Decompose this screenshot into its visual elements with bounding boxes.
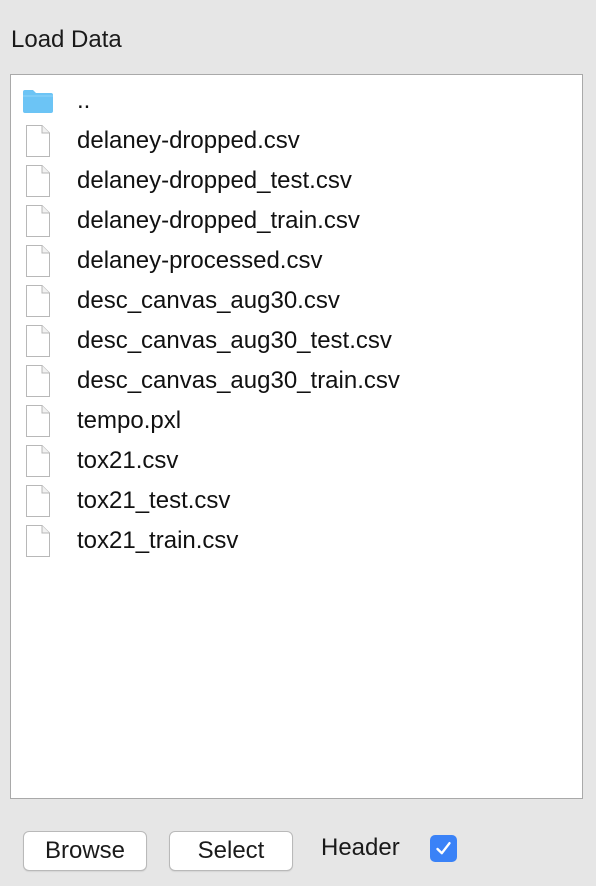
file-name: tempo.pxl xyxy=(77,407,182,434)
file-icon xyxy=(21,324,55,358)
panel-title: Load Data xyxy=(11,26,122,53)
file-icon xyxy=(21,524,55,558)
file-icon xyxy=(21,124,55,158)
browse-button[interactable]: Browse xyxy=(23,831,147,871)
file-icon xyxy=(21,444,55,478)
file-name: delaney-dropped.csv xyxy=(77,127,300,154)
file-list-item[interactable]: .. xyxy=(11,81,582,121)
file-icon xyxy=(21,204,55,238)
file-icon xyxy=(21,244,55,278)
checkmark-icon xyxy=(436,842,451,855)
file-list-item[interactable]: tempo.pxl xyxy=(11,401,582,441)
file-name: .. xyxy=(77,87,91,114)
file-name: desc_canvas_aug30_train.csv xyxy=(77,367,400,394)
file-list-item[interactable]: desc_canvas_aug30_test.csv xyxy=(11,321,582,361)
file-name: delaney-processed.csv xyxy=(77,247,323,274)
folder-icon xyxy=(21,84,55,118)
file-icon xyxy=(21,284,55,318)
file-name: tox21_train.csv xyxy=(77,527,239,554)
file-list-item[interactable]: delaney-dropped_test.csv xyxy=(11,161,582,201)
select-button[interactable]: Select xyxy=(169,831,293,871)
file-name: desc_canvas_aug30_test.csv xyxy=(77,327,392,354)
file-icon xyxy=(21,164,55,198)
file-name: delaney-dropped_train.csv xyxy=(77,207,360,234)
file-list-item[interactable]: desc_canvas_aug30.csv xyxy=(11,281,582,321)
file-name: delaney-dropped_test.csv xyxy=(77,167,352,194)
file-list-item[interactable]: delaney-dropped.csv xyxy=(11,121,582,161)
file-list[interactable]: .. delaney-dropped.csv delaney-dropped_tes… xyxy=(10,74,583,799)
file-icon xyxy=(21,364,55,398)
file-name: tox21.csv xyxy=(77,447,179,474)
header-checkbox[interactable] xyxy=(430,835,457,862)
file-name: tox21_test.csv xyxy=(77,487,231,514)
file-icon xyxy=(21,404,55,438)
file-list-item[interactable]: tox21_test.csv xyxy=(11,481,582,521)
file-list-item[interactable]: tox21_train.csv xyxy=(11,521,582,561)
file-list-item[interactable]: delaney-dropped_train.csv xyxy=(11,201,582,241)
file-list-item[interactable]: tox21.csv xyxy=(11,441,582,481)
file-icon xyxy=(21,484,55,518)
file-list-item[interactable]: delaney-processed.csv xyxy=(11,241,582,281)
file-name: desc_canvas_aug30.csv xyxy=(77,287,340,314)
file-list-item[interactable]: desc_canvas_aug30_train.csv xyxy=(11,361,582,401)
footer-toolbar: Browse Select Header xyxy=(0,800,596,886)
header-label: Header xyxy=(321,834,400,861)
